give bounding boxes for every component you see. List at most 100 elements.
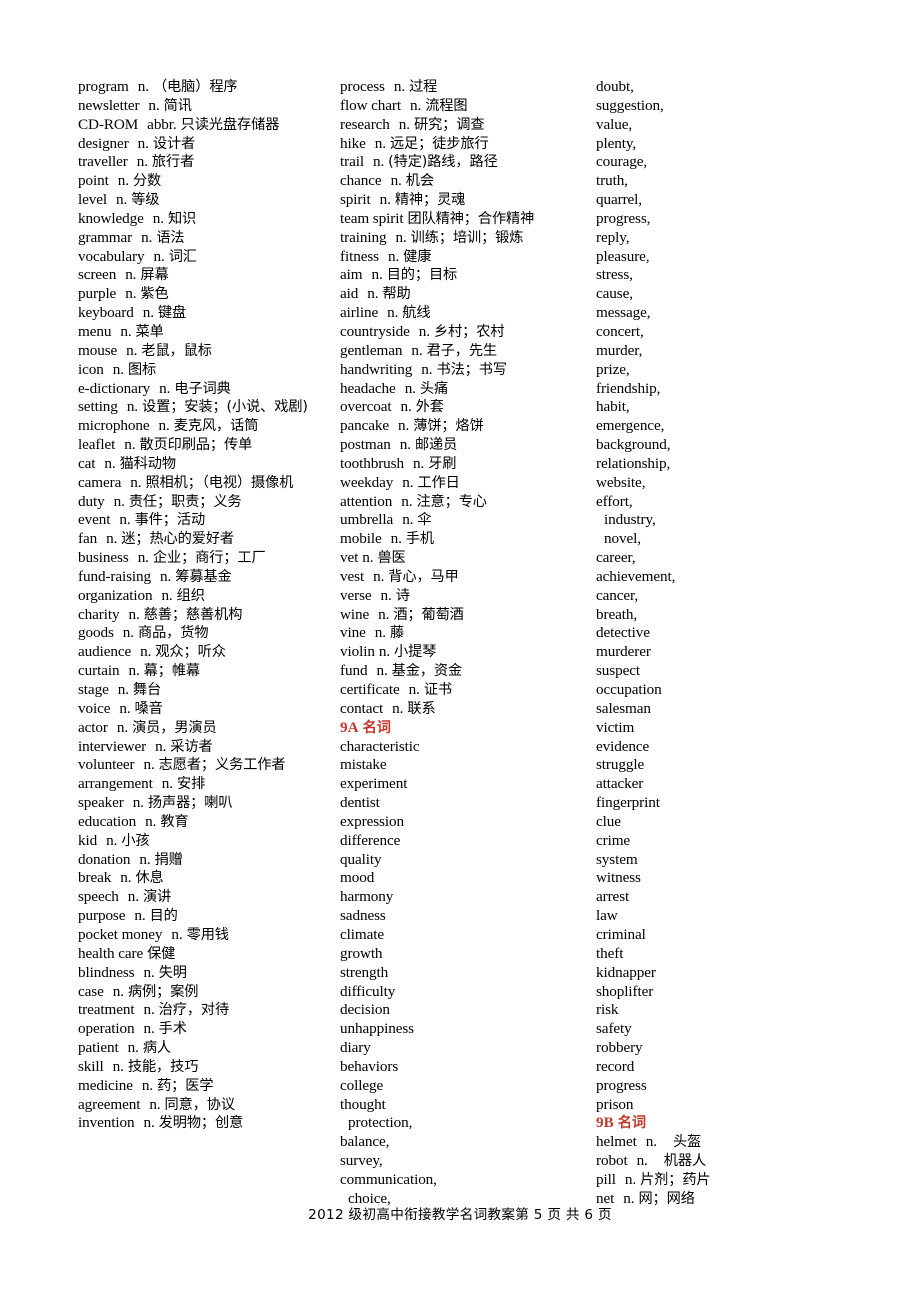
entry-part-of-speech: n. <box>400 398 412 416</box>
entry-meaning: 采访者 <box>170 738 213 755</box>
word-entry: point n. 分数 <box>78 172 334 191</box>
entry-word: pill <box>596 1170 616 1188</box>
word-entry: program n. （电脑）程序 <box>78 78 334 97</box>
word-entry: wine n. 酒；葡萄酒 <box>340 606 590 625</box>
entry-meaning: 演讲 <box>142 889 172 906</box>
entry-word: cause, <box>596 285 633 303</box>
word-entry: screen n. 屏幕 <box>78 266 334 285</box>
entry-meaning: 小提琴 <box>394 644 437 661</box>
column-1: program n. （电脑）程序 newsletter n. 简讯 CD-ROM abbr.… <box>78 78 340 1133</box>
word-entry: pocket money n. 零用钱 <box>78 926 334 945</box>
word-entry: unhappiness <box>340 1020 590 1039</box>
entry-word: breath, <box>596 605 638 623</box>
entry-word: health care <box>78 944 144 962</box>
word-entry: diary <box>340 1039 590 1058</box>
entry-word: speaker <box>78 794 124 812</box>
entry-word: patient <box>78 1039 119 1057</box>
entry-meaning: 旅行者 <box>151 154 195 171</box>
entry-word: headache <box>340 379 396 397</box>
word-entry: violin n. 小提琴 <box>340 643 590 662</box>
entry-meaning: 外套 <box>415 399 444 416</box>
entry-word: arrest <box>596 888 630 906</box>
word-entry: setting n. 设置；安装；(小说、戏剧) <box>78 398 334 417</box>
entry-word: helmet <box>596 1133 637 1151</box>
entry-part-of-speech: n. <box>137 78 149 95</box>
entry-part-of-speech: n. <box>143 756 155 774</box>
entry-word: survey, <box>340 1152 383 1170</box>
word-entry: robot n. 机器人 <box>596 1152 850 1171</box>
entry-word: e-dictionary <box>78 379 151 397</box>
entry-word: dentist <box>340 794 380 812</box>
entry-word: vet <box>340 549 359 567</box>
entry-word: blindness <box>78 963 135 981</box>
word-entry: goods n. 商品，货物 <box>78 624 334 643</box>
word-entry: vine n. 藤 <box>340 624 590 643</box>
entry-meaning: 照相机；（电视）摄像机 <box>145 474 294 491</box>
entry-meaning: 君子，先生 <box>426 342 498 359</box>
word-entry: patient n. 病人 <box>78 1039 334 1058</box>
entry-word: aid <box>340 285 359 303</box>
entry-part-of-speech: n. <box>137 134 149 152</box>
entry-part-of-speech: n. <box>645 1133 657 1151</box>
entry-meaning: 团队精神；合作精神 <box>407 210 535 227</box>
entry-word: icon <box>78 360 104 378</box>
entry-part-of-speech: n. <box>119 699 131 717</box>
word-entry: verse n. 诗 <box>340 587 590 606</box>
word-entry: suspect <box>596 662 850 681</box>
word-entry: CD-ROM abbr. 只读光盘存储器 <box>78 116 334 135</box>
word-entry: murderer <box>596 643 850 662</box>
entry-word: harmony <box>340 888 394 906</box>
entry-meaning: 简讯 <box>163 97 192 114</box>
word-entry: concert, <box>596 323 850 342</box>
document-page: program n. （电脑）程序 newsletter n. 简讯 CD-ROM abbr.… <box>0 0 920 1302</box>
entry-word: mouse <box>78 341 118 359</box>
entry-meaning: 保健 <box>147 945 176 962</box>
entry-word: value, <box>596 115 633 133</box>
word-entry: occupation <box>596 681 850 700</box>
word-entry: airline n. 航线 <box>340 304 590 323</box>
entry-meaning: 志愿者；义务工作者 <box>158 757 286 774</box>
entry-word: mood <box>340 869 375 887</box>
entry-word: keyboard <box>78 304 134 322</box>
entry-part-of-speech: n. <box>158 417 170 435</box>
entry-word: program <box>78 78 129 95</box>
entry-word: criminal <box>596 925 646 943</box>
word-entry: gentleman n. 君子，先生 <box>340 342 590 361</box>
entry-meaning: 企业；商行；工厂 <box>152 550 266 567</box>
word-entry: detective <box>596 624 850 643</box>
entry-word: quality <box>340 850 382 868</box>
entry-meaning: 目的 <box>149 908 178 925</box>
entry-word: background, <box>596 436 671 454</box>
entry-word: vocabulary <box>78 247 145 265</box>
entry-meaning: 慈善；慈善机构 <box>143 606 243 623</box>
word-entry: industry, <box>596 511 850 530</box>
entry-word: system <box>596 850 638 868</box>
entry-word: doubt, <box>596 78 634 95</box>
entry-meaning: 休息 <box>135 870 164 887</box>
entry-word: murder, <box>596 341 643 359</box>
word-entry: career, <box>596 549 850 568</box>
entry-meaning: 商品，货物 <box>138 625 209 642</box>
entry-word: level <box>78 191 108 209</box>
entry-word: reply, <box>596 228 630 246</box>
entry-part-of-speech: n. <box>116 718 129 736</box>
entry-part-of-speech: n. <box>390 172 402 190</box>
entry-word: website, <box>596 473 646 491</box>
word-entry: contact n. 联系 <box>340 700 590 719</box>
entry-meaning: 背心，马甲 <box>388 568 459 585</box>
word-entry: agreement n. 同意，协议 <box>78 1096 334 1115</box>
word-entry: dentist <box>340 794 590 813</box>
entry-meaning: 事件；活动 <box>134 512 206 529</box>
word-entry: process n. 过程 <box>340 78 590 97</box>
word-entry: prize, <box>596 361 850 380</box>
entry-meaning: 同意，协议 <box>164 1096 236 1113</box>
entry-part-of-speech: n. <box>141 228 153 246</box>
word-entry: progress <box>596 1077 850 1096</box>
entry-meaning: 治疗，对待 <box>158 1002 230 1019</box>
entry-word: goods <box>78 624 114 642</box>
entry-part-of-speech: n. <box>106 530 118 548</box>
word-entry: research n. 研究；调查 <box>340 116 590 135</box>
entry-part-of-speech: n. <box>136 153 148 171</box>
entry-meaning: 工作日 <box>417 474 460 491</box>
word-entry: characteristic <box>340 738 590 757</box>
